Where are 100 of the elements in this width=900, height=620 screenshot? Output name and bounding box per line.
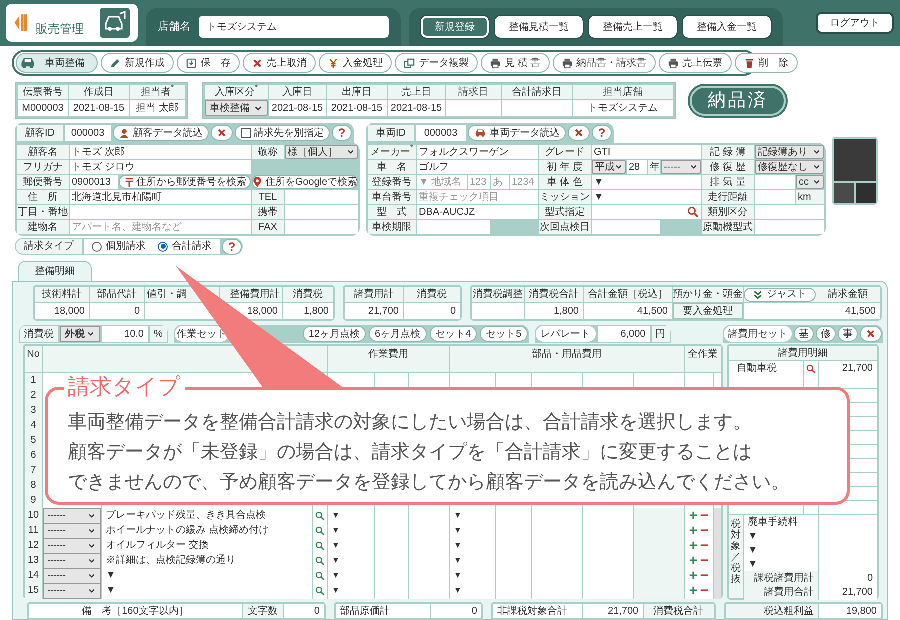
tab[interactable]: 整備明細: [18, 261, 92, 281]
fee-set-button[interactable]: 基: [794, 326, 814, 342]
clear-button[interactable]: [860, 326, 882, 342]
nav-button[interactable]: 整備売上一覧: [589, 16, 677, 38]
checkbox[interactable]: 請求先を別指定: [235, 125, 330, 141]
load-button[interactable]: 顧客データ読込: [113, 125, 209, 141]
store-name-field[interactable]: トモズシステム: [199, 16, 389, 38]
logout-button[interactable]: ログアウト: [816, 12, 894, 34]
field-label: 部品原価計: [336, 604, 430, 618]
fee-set-button[interactable]: 事: [838, 326, 858, 342]
dropdown[interactable]: 記録簿あり: [755, 145, 824, 159]
text-field[interactable]: 北海道北見市柏陽町: [70, 190, 251, 204]
radio-button[interactable]: [92, 242, 102, 252]
field-label: 郵便番号: [17, 175, 69, 189]
search-button[interactable]: [313, 508, 327, 524]
checkbox-box[interactable]: [241, 128, 251, 138]
help-button[interactable]: ?: [222, 238, 242, 254]
toolbar-button[interactable]: 売上取消: [243, 53, 316, 73]
toolbar-button[interactable]: データ複製: [395, 53, 478, 73]
text-field[interactable]: アパート名、建物名など: [70, 220, 251, 234]
set-button[interactable]: 6ヶ月点検: [369, 326, 427, 342]
text-field[interactable]: [285, 190, 358, 204]
dropdown[interactable]: ------: [43, 583, 101, 598]
text-field[interactable]: ゴルフ: [417, 160, 538, 174]
search-button[interactable]: [313, 583, 327, 598]
load-button[interactable]: 車両データ読込: [468, 125, 566, 141]
text-field[interactable]: ▼: [592, 175, 701, 189]
search-field[interactable]: [592, 205, 701, 219]
toolbar-button[interactable]: 新規作成: [101, 53, 174, 73]
dropdown[interactable]: -----: [661, 160, 701, 174]
dropdown[interactable]: cc: [796, 175, 824, 189]
text-field[interactable]: ▼: [592, 190, 701, 204]
text-field[interactable]: 1234: [510, 175, 538, 189]
fee-set-button[interactable]: 修: [816, 326, 836, 342]
help-button[interactable]: ?: [592, 125, 612, 141]
nav-button[interactable]: 新規登録: [421, 16, 489, 38]
text-field[interactable]: 10.0: [102, 326, 148, 342]
set-button[interactable]: セット4: [430, 326, 478, 342]
text-field[interactable]: [755, 205, 824, 219]
text-field[interactable]: 28: [627, 160, 647, 174]
radio-button[interactable]: [158, 242, 168, 252]
dropdown[interactable]: ------: [43, 508, 101, 524]
set-button[interactable]: 12ヶ月点検: [302, 326, 366, 342]
toolbar-button[interactable]: 入金処理: [319, 53, 392, 73]
clear-button[interactable]: [211, 125, 233, 141]
text-field[interactable]: GTI: [592, 145, 701, 159]
dropdown[interactable]: ------: [43, 523, 101, 538]
text-field[interactable]: あ: [491, 175, 509, 189]
text-field[interactable]: フォルクスワーゲン: [417, 145, 538, 159]
unit-label: 年: [648, 160, 660, 174]
dropdown[interactable]: ------: [43, 538, 101, 554]
text-field[interactable]: DBA-AUCJZ: [417, 205, 538, 219]
mode-tab[interactable]: 車両整備: [16, 53, 98, 73]
text-field[interactable]: [417, 220, 490, 234]
payment-button[interactable]: 要入金処理: [673, 303, 743, 319]
text-field[interactable]: 重複チェック項目: [417, 190, 538, 204]
text-field[interactable]: [755, 190, 795, 204]
text-field[interactable]: [472, 303, 524, 319]
table-cell: ▼: [450, 508, 495, 524]
dropdown[interactable]: 修復歴なし: [755, 160, 824, 174]
help-button[interactable]: ?: [332, 125, 352, 141]
table-cell: 1,800: [525, 303, 583, 319]
text-field[interactable]: [592, 220, 660, 234]
search-button[interactable]: [804, 361, 818, 376]
text-field[interactable]: 6,000: [598, 326, 650, 342]
dropdown[interactable]: 様［個人］: [285, 145, 358, 159]
callout-text: 車両整備データを整備合計請求の対象にしたい場合は、合計請求を選択します。: [68, 411, 753, 435]
dropdown[interactable]: 外税: [60, 326, 100, 342]
toolbar-button[interactable]: 保 存: [177, 53, 240, 73]
set-button[interactable]: セット5: [480, 326, 528, 342]
search-button[interactable]: 住所から郵便番号を検索: [119, 175, 251, 189]
dropdown[interactable]: 車検整備: [205, 100, 268, 116]
nav-button[interactable]: 整備見積一覧: [495, 16, 583, 38]
text-field[interactable]: [285, 205, 358, 219]
text-field[interactable]: 123: [468, 175, 490, 189]
just-button[interactable]: ジャスト: [744, 288, 816, 302]
radio-option[interactable]: 個別請求: [92, 239, 146, 254]
column-header: 諸費用明細: [729, 346, 877, 360]
radio-option[interactable]: 合計請求: [158, 239, 212, 254]
text-field[interactable]: [285, 220, 358, 234]
search-button[interactable]: 住所をGoogleで検索: [252, 175, 358, 189]
text-field[interactable]: [70, 205, 251, 219]
text-field[interactable]: [755, 175, 795, 189]
text-field[interactable]: トモズ ジロウ: [70, 160, 251, 174]
toolbar-button[interactable]: 削 除: [734, 53, 798, 73]
toolbar-button[interactable]: 納品書・請求書: [552, 53, 656, 73]
field-label: ミッション: [539, 190, 591, 204]
dropdown[interactable]: 平成: [592, 160, 626, 174]
nav-button[interactable]: 整備入金一覧: [683, 16, 771, 38]
row-number: 8: [25, 478, 42, 493]
toolbar-button[interactable]: 見 積 書: [481, 53, 550, 73]
toolbar-button[interactable]: 売上伝票: [658, 53, 732, 73]
dropdown[interactable]: ------: [43, 553, 101, 568]
photo-placeholder: [856, 183, 876, 203]
text-field[interactable]: トモズ 次郎: [70, 145, 251, 159]
text-field[interactable]: ▼ 地域名: [417, 175, 467, 189]
clear-button[interactable]: [568, 125, 590, 141]
dropdown[interactable]: ------: [43, 568, 101, 584]
text-field[interactable]: 0900013: [70, 175, 118, 189]
text-field[interactable]: [755, 220, 824, 234]
